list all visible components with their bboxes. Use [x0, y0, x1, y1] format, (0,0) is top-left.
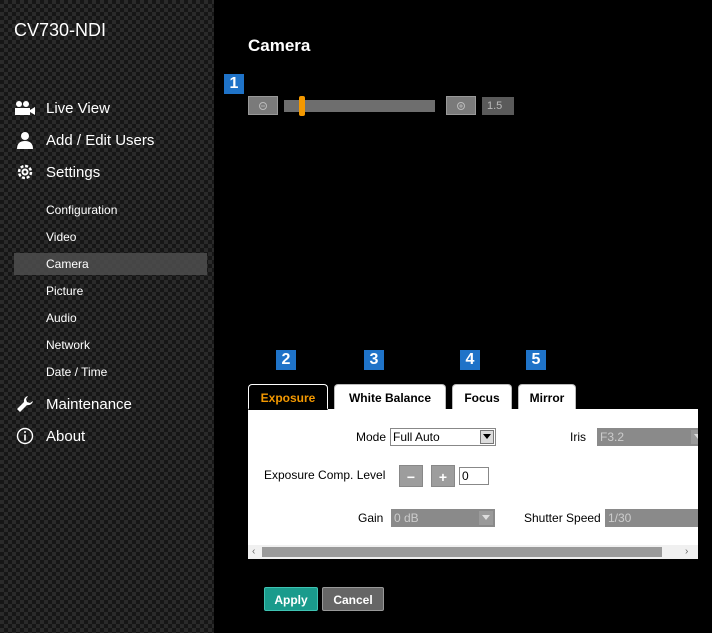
app-title: CV730-NDI	[14, 20, 107, 40]
wrench-icon	[14, 395, 36, 413]
exposure-comp-label: Exposure Comp. Level	[264, 468, 386, 482]
mode-value: Full Auto	[393, 430, 440, 444]
sub-item-network[interactable]: Network	[46, 335, 90, 355]
nav-item-label: Maintenance	[46, 395, 132, 413]
page-title: Camera	[248, 36, 311, 55]
zoom-slider-handle[interactable]	[299, 96, 305, 116]
comp-increase-button[interactable]: +	[431, 465, 455, 487]
callout-badge-1: 1	[224, 74, 244, 94]
iris-select[interactable]: F3.2	[597, 428, 698, 446]
gain-label: Gain	[358, 511, 384, 525]
user-icon	[14, 131, 36, 149]
info-icon	[14, 427, 36, 445]
nav-item-label: Add / Edit Users	[46, 131, 155, 149]
sidebar	[0, 0, 214, 633]
apply-button[interactable]: Apply	[264, 587, 318, 611]
nav-item-label: Settings	[46, 163, 101, 181]
active-sub-item-highlight	[14, 253, 207, 275]
horizontal-scrollbar[interactable]: ‹ ›	[248, 545, 698, 559]
nav-item-maintenance[interactable]: Maintenance	[14, 392, 132, 416]
sub-item-video[interactable]: Video	[46, 227, 76, 247]
gain-value: 0 dB	[394, 511, 419, 525]
iris-value: F3.2	[600, 430, 625, 444]
zoom-in-icon	[457, 101, 465, 110]
dropdown-arrow-icon	[691, 430, 698, 444]
comp-value-field[interactable]: 0	[459, 467, 489, 485]
callout-badge-5: 5	[526, 350, 546, 370]
callout-badge-3: 3	[364, 350, 384, 370]
tab-exposure[interactable]: Exposure	[248, 384, 328, 410]
shutter-speed-label: Shutter Speed	[524, 511, 601, 525]
sub-item-configuration[interactable]: Configuration	[46, 200, 117, 220]
callout-badge-2: 2	[276, 350, 296, 370]
scroll-left-icon[interactable]: ‹	[252, 546, 255, 558]
callout-badge-4: 4	[460, 350, 480, 370]
iris-label: Iris	[570, 430, 586, 444]
nav-item-label: About	[46, 427, 86, 445]
dropdown-arrow-icon	[479, 511, 493, 525]
nav-item-about[interactable]: About	[14, 424, 85, 448]
camera-group-icon	[14, 99, 36, 117]
zoom-slider-track[interactable]	[284, 100, 435, 112]
sub-item-picture[interactable]: Picture	[46, 281, 83, 301]
mode-select[interactable]: Full Auto	[390, 428, 496, 446]
nav-item-label: Live View	[46, 99, 110, 117]
tab-focus[interactable]: Focus	[452, 384, 512, 410]
tab-white-balance[interactable]: White Balance	[334, 384, 446, 410]
comp-decrease-button[interactable]: −	[399, 465, 423, 487]
gear-icon	[14, 163, 36, 181]
zoom-out-button[interactable]	[248, 96, 278, 115]
sub-item-date-time[interactable]: Date / Time	[46, 362, 107, 382]
sub-item-audio[interactable]: Audio	[46, 308, 77, 328]
zoom-out-icon	[259, 101, 267, 110]
shutter-speed-select[interactable]: 1/30	[605, 509, 698, 527]
tab-mirror[interactable]: Mirror	[518, 384, 576, 410]
zoom-in-button[interactable]	[446, 96, 476, 115]
dropdown-arrow-icon	[480, 430, 494, 444]
gain-select[interactable]: 0 dB	[391, 509, 495, 527]
nav-item-add-edit-users[interactable]: Add / Edit Users	[14, 128, 154, 152]
exposure-panel: Mode Full Auto Iris F3.2 Exposure Comp. …	[248, 409, 698, 559]
mode-label: Mode	[356, 430, 387, 444]
sub-item-camera[interactable]: Camera	[46, 254, 89, 274]
nav-item-live-view[interactable]: Live View	[14, 96, 110, 120]
shutter-speed-value: 1/30	[608, 511, 632, 525]
scrollbar-thumb[interactable]	[262, 547, 662, 557]
nav-item-settings[interactable]: Settings	[14, 160, 100, 184]
scroll-right-icon[interactable]: ›	[685, 546, 688, 558]
zoom-value: 1.5	[482, 97, 514, 115]
cancel-button[interactable]: Cancel	[322, 587, 384, 611]
